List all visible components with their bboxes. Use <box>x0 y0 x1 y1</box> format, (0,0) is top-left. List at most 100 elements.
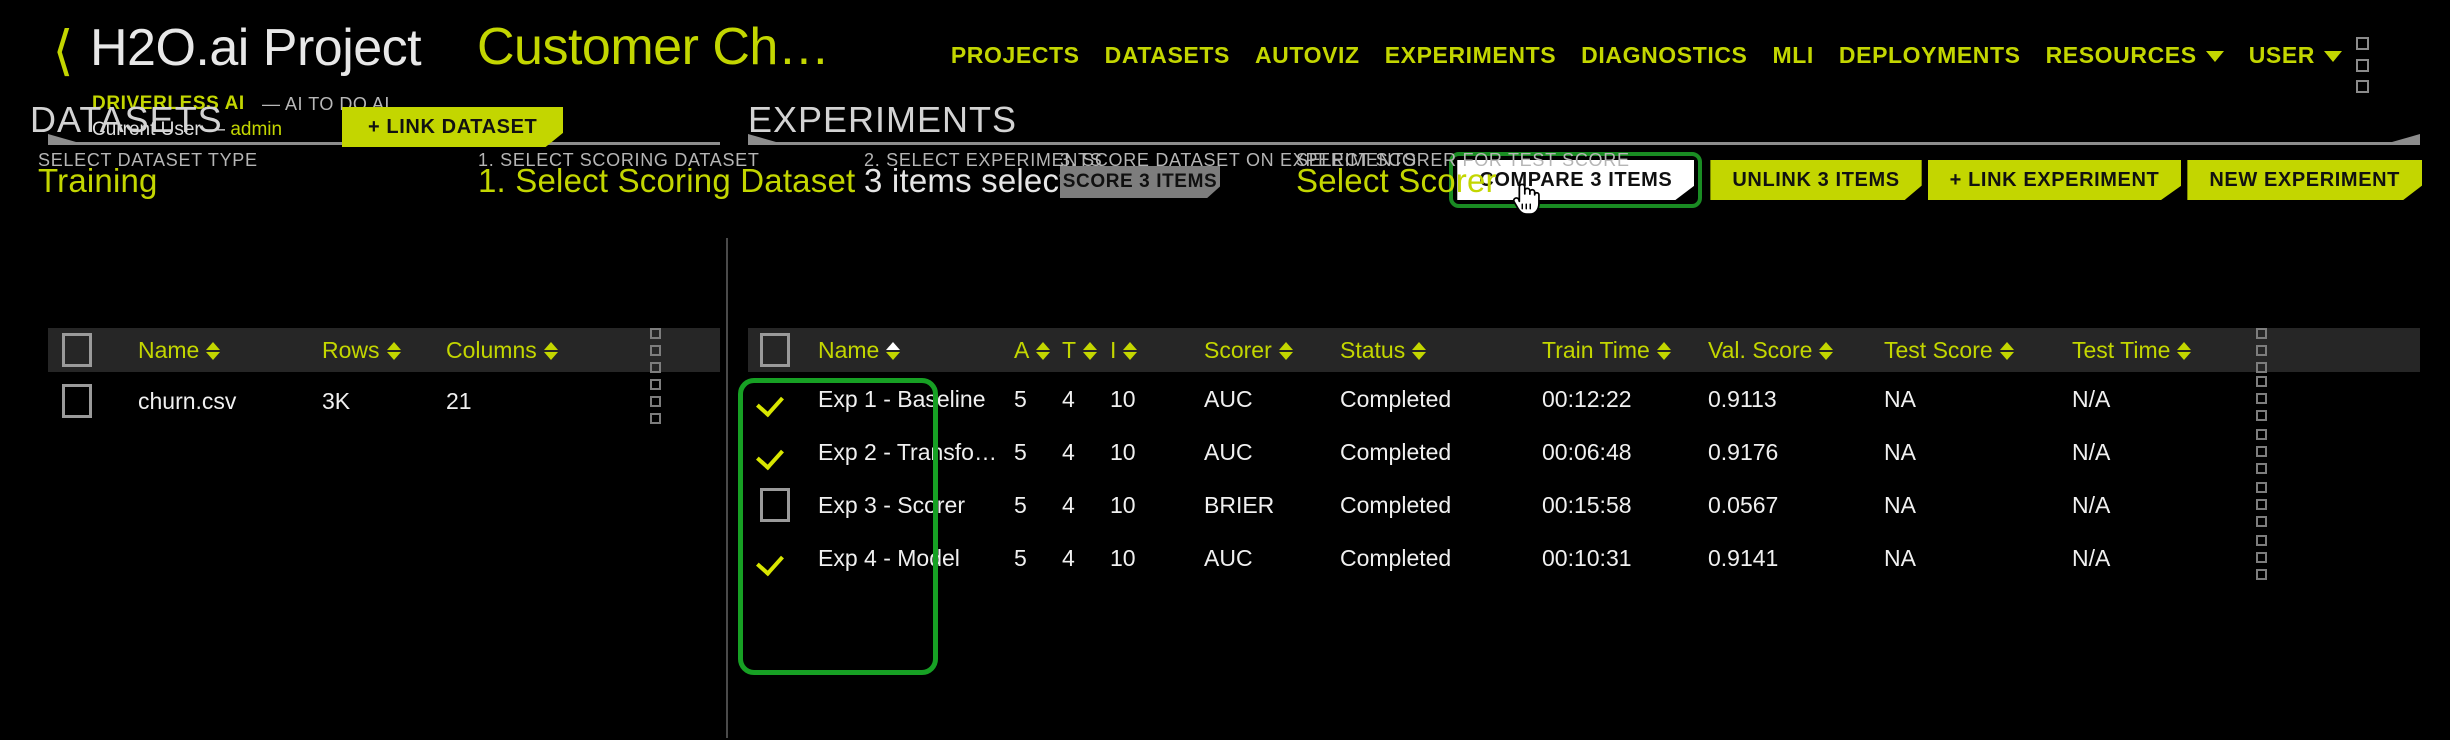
nav-item-diagnostics[interactable]: DIAGNOSTICS <box>1581 42 1747 68</box>
experiment-a-cell: 5 <box>1014 438 1027 465</box>
nav-item-user[interactable]: USER <box>2249 42 2342 68</box>
column-header-name[interactable]: Name <box>138 337 322 363</box>
dataset-row-checkbox-unchecked[interactable] <box>62 384 92 418</box>
experiment-row-menu-icon[interactable] <box>2252 376 2270 421</box>
table-row[interactable]: Exp 1 - Baseline 5 4 10 AUC Completed 00:12:22… <box>748 372 2420 425</box>
nav-item-datasets[interactable]: DATASETS <box>1105 42 1230 68</box>
new-experiment-button[interactable]: NEW EXPERIMENT <box>2187 160 2422 200</box>
driverless-ai-project-page: ⟨ H2O.ai Project Customer Ch… DRIVERLESS… <box>0 0 2450 740</box>
select-scorer-value[interactable]: Select Scorer <box>1296 162 1497 200</box>
datasets-table-body: churn.csv 3K 21 <box>48 372 720 430</box>
nav-item-label: PROJECTS <box>950 42 1080 68</box>
column-header-name[interactable]: Name <box>818 337 1014 363</box>
experiment-train-time-cell: 00:15:58 <box>1542 491 1632 518</box>
sort-arrows-icon[interactable] <box>886 341 901 360</box>
nav-item-experiments[interactable]: EXPERIMENTS <box>1385 42 1556 68</box>
experiments-header-menu-icon[interactable] <box>2252 327 2270 373</box>
dot <box>2355 80 2369 93</box>
dataset-rows-cell: 3K <box>322 388 351 414</box>
sort-arrows-icon[interactable] <box>206 341 221 360</box>
experiment-test-time-cell: N/A <box>2072 544 2111 571</box>
column-label: T <box>1062 337 1077 363</box>
sort-arrows-icon[interactable] <box>543 341 558 360</box>
experiment-row-checkbox-checked[interactable] <box>760 541 794 575</box>
column-header-rows[interactable]: Rows <box>322 337 446 363</box>
experiment-row-menu-icon[interactable] <box>2252 482 2270 527</box>
nav-item-autoviz[interactable]: AUTOVIZ <box>1255 42 1360 68</box>
select-all-datasets-checkbox[interactable] <box>62 333 92 367</box>
link-dataset-button[interactable]: + LINK DATASET <box>342 107 564 147</box>
table-row[interactable]: Exp 2 - Transfo… 5 4 10 AUC Completed 00:06:48… <box>748 425 2420 478</box>
experiment-i-cell: 10 <box>1110 385 1136 412</box>
sort-arrows-icon[interactable] <box>1278 341 1293 360</box>
experiment-scorer-cell: BRIER <box>1204 491 1275 518</box>
sort-arrows-icon[interactable] <box>2177 341 2192 360</box>
experiment-row-checkbox-unchecked[interactable] <box>760 487 790 522</box>
experiment-test-score-cell: NA <box>1884 544 1916 571</box>
experiment-scorer-cell: AUC <box>1204 544 1253 571</box>
column-label: Test Time <box>2072 337 2171 363</box>
unlink-items-button[interactable]: UNLINK 3 ITEMS <box>1710 160 1922 200</box>
chevron-down-icon <box>2205 51 2224 62</box>
column-header-a[interactable]: A <box>1014 337 1062 363</box>
experiment-t-cell: 4 <box>1062 385 1075 412</box>
panel-divider <box>726 238 728 738</box>
sort-arrows-icon[interactable] <box>1123 341 1138 360</box>
column-label: Name <box>138 337 200 363</box>
vertical-dots-icon[interactable] <box>2352 34 2372 96</box>
experiments-panel-title: EXPERIMENTS <box>748 99 1018 140</box>
link-experiment-button[interactable]: + LINK EXPERIMENT <box>1927 160 2182 200</box>
column-header-test-score[interactable]: Test Score <box>1884 337 2072 363</box>
experiment-val-score-cell: 0.9176 <box>1708 438 1779 465</box>
nav-item-resources[interactable]: RESOURCES <box>2046 42 2224 68</box>
column-header-scorer[interactable]: Scorer <box>1204 337 1340 363</box>
experiment-test-score-cell: NA <box>1884 385 1916 412</box>
sort-arrows-icon[interactable] <box>386 341 401 360</box>
experiment-val-score-cell: 0.9113 <box>1708 385 1777 412</box>
nav-item-projects[interactable]: PROJECTS <box>951 42 1080 68</box>
column-header-val-score[interactable]: Val. Score <box>1708 337 1884 363</box>
column-header-i[interactable]: I <box>1110 337 1204 363</box>
table-row[interactable]: churn.csv 3K 21 <box>48 372 720 430</box>
sort-arrows-icon[interactable] <box>1083 341 1098 360</box>
column-label: Rows <box>322 337 380 363</box>
table-row[interactable]: Exp 3 - Scorer 5 4 10 BRIER Completed 00:15:58… <box>748 478 2420 531</box>
column-label: Columns <box>446 337 537 363</box>
experiment-train-time-cell: 00:06:48 <box>1542 438 1632 465</box>
nav-item-mli[interactable]: MLI <box>1773 42 1814 68</box>
column-header-status[interactable]: Status <box>1340 337 1542 363</box>
experiment-row-checkbox-checked[interactable] <box>760 382 794 416</box>
dataset-row-select-cell <box>62 384 138 418</box>
experiment-i-cell: 10 <box>1110 491 1136 518</box>
sort-arrows-icon[interactable] <box>1656 341 1671 360</box>
dataset-row-menu-icon[interactable] <box>646 378 664 424</box>
step1-value[interactable]: 1. Select Scoring Dataset <box>478 162 855 200</box>
column-header-test-time[interactable]: Test Time <box>2072 337 2252 363</box>
score-items-button[interactable]: SCORE 3 ITEMS <box>1060 166 1220 198</box>
experiment-name-cell: Exp 3 - Scorer <box>818 491 965 518</box>
select-all-experiments-cell <box>760 333 818 367</box>
sort-arrows-icon[interactable] <box>1036 341 1051 360</box>
experiment-a-cell: 5 <box>1014 491 1027 518</box>
column-header-t[interactable]: T <box>1062 337 1110 363</box>
back-chevron-icon[interactable]: ⟨ <box>46 24 80 78</box>
experiment-row-menu-icon[interactable] <box>2252 535 2270 580</box>
select-dataset-type-value[interactable]: Training <box>38 162 158 200</box>
column-label: A <box>1014 337 1030 363</box>
sort-arrows-icon[interactable] <box>1819 341 1834 360</box>
datasets-header-menu-icon[interactable] <box>646 327 664 373</box>
nav-item-deployments[interactable]: DEPLOYMENTS <box>1839 42 2021 68</box>
sort-arrows-icon[interactable] <box>1999 341 2014 360</box>
experiment-scorer-cell: AUC <box>1204 385 1253 412</box>
column-header-columns[interactable]: Columns <box>446 337 646 363</box>
column-header-train-time[interactable]: Train Time <box>1542 337 1708 363</box>
experiment-i-cell: 10 <box>1110 438 1136 465</box>
nav-item-label: EXPERIMENTS <box>1384 42 1557 68</box>
experiment-name-cell: Exp 1 - Baseline <box>818 385 986 412</box>
underline-bar <box>748 142 2420 145</box>
select-all-experiments-checkbox[interactable] <box>760 333 790 367</box>
experiment-row-menu-icon[interactable] <box>2252 429 2270 474</box>
table-row[interactable]: Exp 4 - Model 5 4 10 AUC Completed 00:10:31 0.9… <box>748 531 2420 584</box>
experiment-row-checkbox-checked[interactable] <box>760 435 794 469</box>
sort-arrows-icon[interactable] <box>1412 341 1427 360</box>
